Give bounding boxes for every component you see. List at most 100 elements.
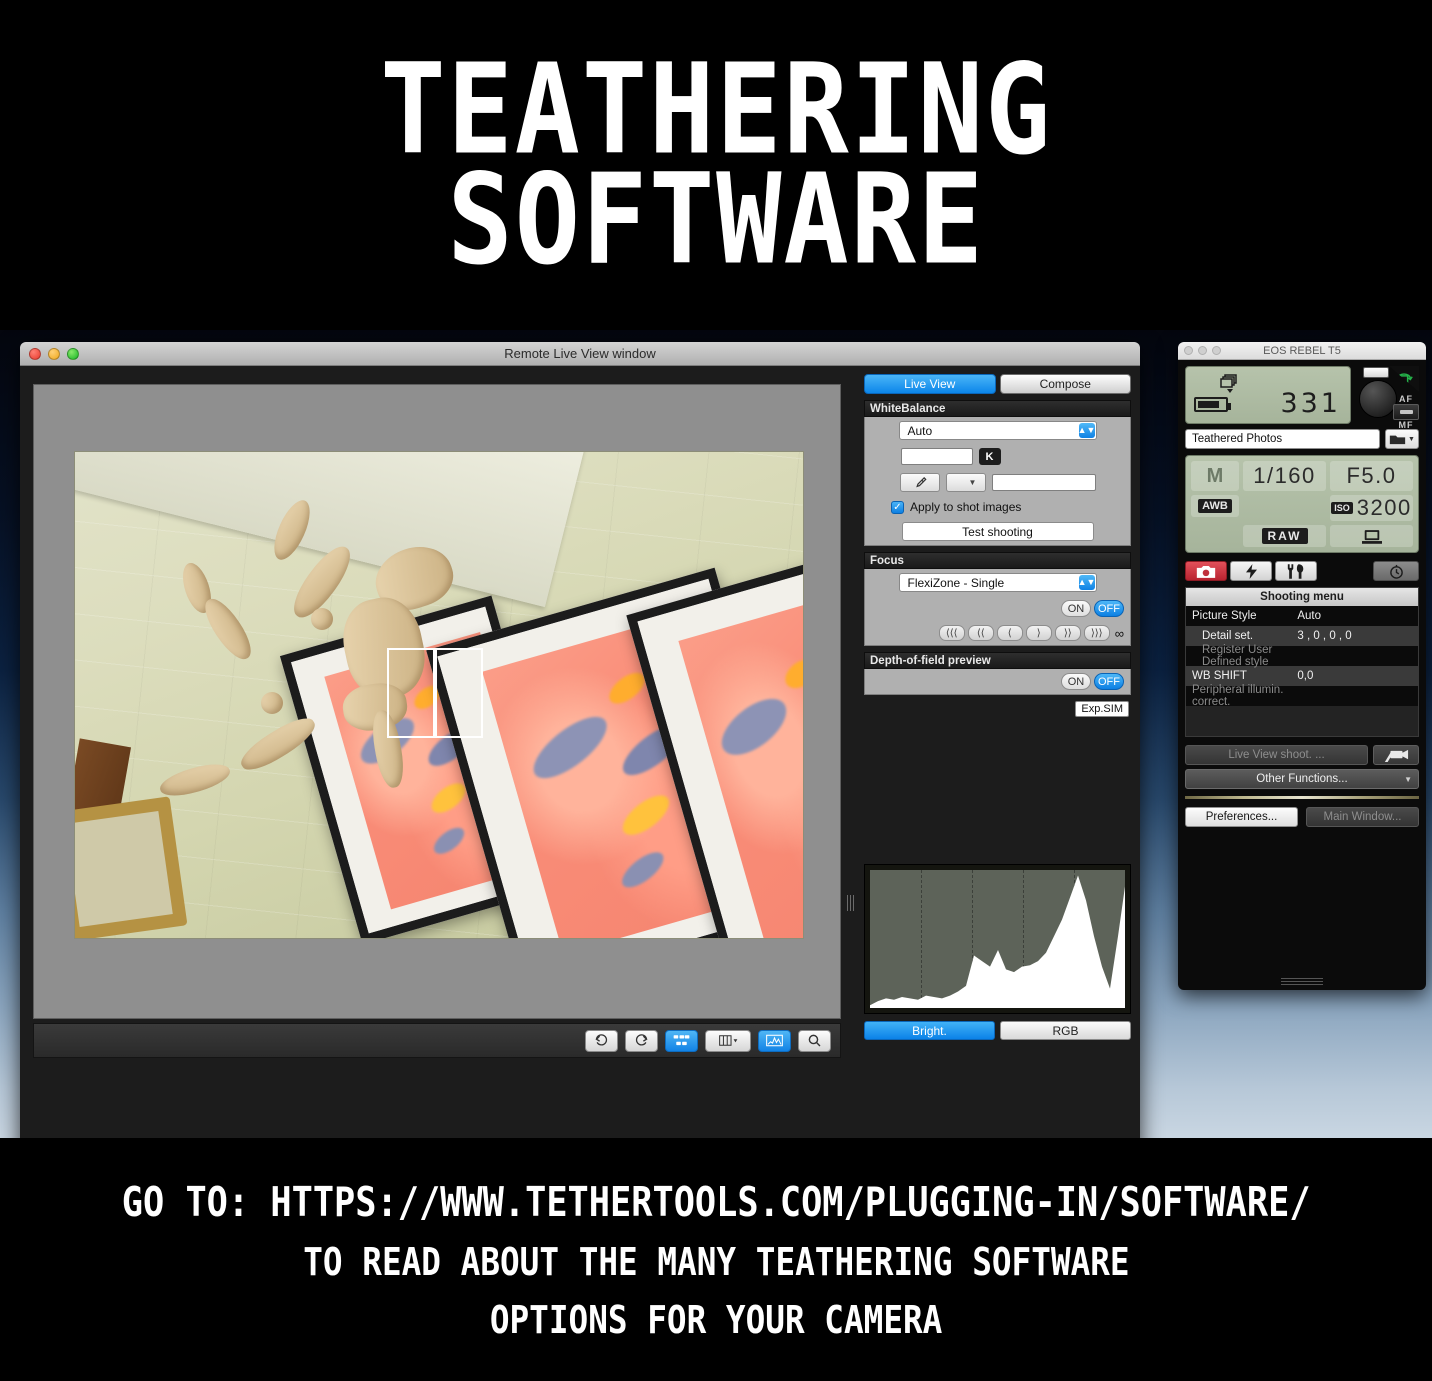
live-view-photo[interactable] [74,451,804,939]
wrench-icon[interactable] [1275,561,1317,581]
aspect-guide-icon[interactable] [705,1029,751,1052]
af-mf-toggle[interactable] [1393,404,1419,420]
preview-column [20,366,855,1138]
menu-row-picture-style[interactable]: Picture Style Auto [1186,606,1418,626]
dof-on-button[interactable]: ON [1061,673,1091,690]
exposure-simulation-badge: Exp.SIM [1075,701,1129,717]
apply-to-shot-images-checkbox[interactable]: ✓ [891,500,904,514]
other-functions-button[interactable]: Other Functions... ▼ [1185,769,1419,789]
histogram-brightness-button[interactable]: Bright. [864,1021,995,1040]
dof-off-button[interactable]: OFF [1094,673,1124,690]
chevron-updown-icon: ▲▼ [1078,575,1095,590]
menu-value: Auto [1297,610,1322,622]
magnify-icon[interactable] [798,1029,831,1052]
af-mf-switch[interactable]: AF MF [1393,394,1419,430]
grid-overlay-icon[interactable] [665,1029,698,1052]
preferences-button[interactable]: Preferences... [1185,807,1298,827]
live-view-shoot-row: Live View shoot. ... [1185,745,1419,765]
camera-icon[interactable] [1185,561,1227,581]
live-view-lamp-icon [1363,367,1389,378]
focus-far-1-button[interactable]: ⟨ [996,625,1023,641]
footer-line-3: OPTIONS FOR YOUR CAMERA [489,1297,943,1342]
eos-top-row: 331 AF MF [1185,366,1419,430]
live-view-titlebar[interactable]: Remote Live View window [20,342,1140,366]
af-focus-box-left[interactable] [387,648,435,738]
tab-live-view[interactable]: Live View [864,374,996,394]
iso-value[interactable]: ISO 3200 [1330,495,1413,521]
eos-lower-buttons: Live View shoot. ... Other Functions... … [1185,745,1419,827]
menu-key: WB SHIFT [1192,670,1247,682]
control-dial[interactable] [1359,380,1397,418]
splitter-grip-icon [847,895,854,911]
flash-icon[interactable] [1230,561,1272,581]
battery-icon [1194,397,1231,412]
shutter-speed-value[interactable]: 1/160 [1243,461,1326,491]
focus-mode-value: FlexiZone - Single [907,575,1005,590]
wb-kelvin-input[interactable] [900,448,973,465]
eyedropper-icon[interactable] [899,473,940,492]
window-resize-grip-icon[interactable] [1281,978,1323,985]
histogram-mode-buttons: Bright. RGB [864,1021,1131,1040]
focus-on-button[interactable]: ON [1061,600,1091,617]
dof-onoff-group: ON OFF [1061,673,1124,690]
exposure-display: M 1/160 F5.0 AWB ISO 3200 RAW [1185,455,1419,553]
af-focus-box-right[interactable] [435,648,483,738]
save-to-computer-icon[interactable] [1330,525,1413,547]
apply-to-shot-images-label: Apply to shot images [910,500,1022,514]
chevron-updown-icon: ▲▼ [1078,423,1095,438]
poster-header: TEATHERING SOFTWARE [0,0,1432,330]
wb-preset-dropdown[interactable]: ▼ [945,473,986,492]
wb-picker-value-input[interactable] [991,474,1096,491]
eos-tab-bar [1185,561,1419,581]
eos-titlebar[interactable]: EOS REBEL T5 [1178,342,1426,360]
timer-icon[interactable] [1373,561,1419,581]
mannequin-knee-joint [261,692,283,714]
exposure-row-1: M 1/160 F5.0 [1191,461,1413,491]
rotate-right-icon[interactable] [625,1029,658,1052]
mannequin-shoulder-joint [311,608,333,630]
aperture-value[interactable]: F5.0 [1330,461,1413,491]
drive-mode-icon [1220,374,1242,399]
histogram-plot [870,870,1125,1008]
histogram-toggle-icon[interactable] [758,1029,791,1052]
footer-url-line: GO TO: HTTPS://WWW.TETHERTOOLS.COM/PLUGG… [121,1177,1311,1226]
focus-near-2-button[interactable]: ⟩⟩ [1054,625,1081,641]
folder-picker-button[interactable]: ▼ [1385,429,1419,449]
other-functions-label: Other Functions... [1256,773,1348,785]
histogram-rgb-button[interactable]: RGB [1000,1021,1131,1040]
test-shooting-button[interactable]: Test shooting [901,522,1094,541]
rotate-left-icon[interactable] [585,1029,618,1052]
wb-mode-select[interactable]: Auto ▲▼ [898,421,1097,440]
control-panel: Live View Compose WhiteBalance Auto ▲▼ K [846,366,1140,1138]
focus-near-1-button[interactable]: ⟩ [1025,625,1052,641]
destination-folder-field[interactable]: Teathered Photos [1185,429,1380,449]
preview-canvas[interactable] [33,384,841,1019]
focus-off-button[interactable]: OFF [1094,600,1124,617]
panel-divider [1185,796,1419,799]
menu-value: 3 , 0 , 0 , 0 [1297,630,1352,642]
live-view-body: Live View Compose WhiteBalance Auto ▲▼ K [20,366,1140,1138]
panel-splitter-handle[interactable] [846,366,855,1138]
white-balance-section-header: WhiteBalance [864,400,1131,417]
menu-row-register-style[interactable]: Register User Defined style [1186,644,1418,668]
focus-far-3-button[interactable]: ⟨⟨⟨ [938,625,965,641]
tab-compose[interactable]: Compose [999,374,1131,394]
menu-row-wb-shift[interactable]: WB SHIFT 0,0 [1186,666,1418,686]
live-view-shoot-button[interactable]: Live View shoot. ... [1185,745,1368,765]
preferences-row: Preferences... Main Window... [1185,807,1419,827]
menu-row-peripheral-illum[interactable]: Peripheral illumin. correct. [1186,684,1418,708]
white-balance-value[interactable]: AWB [1191,495,1239,517]
footer-line-2: TO READ ABOUT THE MANY TEATHERING SOFTWA… [302,1239,1130,1284]
live-view-window-title: Remote Live View window [504,346,656,361]
focus-mode-select[interactable]: FlexiZone - Single ▲▼ [898,573,1097,592]
image-quality-value[interactable]: RAW [1243,525,1326,547]
focus-far-2-button[interactable]: ⟨⟨ [967,625,994,641]
menu-value: 0,0 [1297,670,1314,682]
poster-title-line2: SOFTWARE [447,145,985,293]
menu-row-detail-set[interactable]: Detail set. 3 , 0 , 0 , 0 [1186,626,1418,646]
movie-record-icon[interactable] [1373,745,1419,765]
wb-kelvin-row: K [864,444,1131,469]
focus-near-3-button[interactable]: ⟩⟩⟩ [1083,625,1110,641]
main-window-button[interactable]: Main Window... [1306,807,1419,827]
eos-body: 331 AF MF Teathered Photos ▼ M 1/160 F5.… [1178,360,1426,833]
